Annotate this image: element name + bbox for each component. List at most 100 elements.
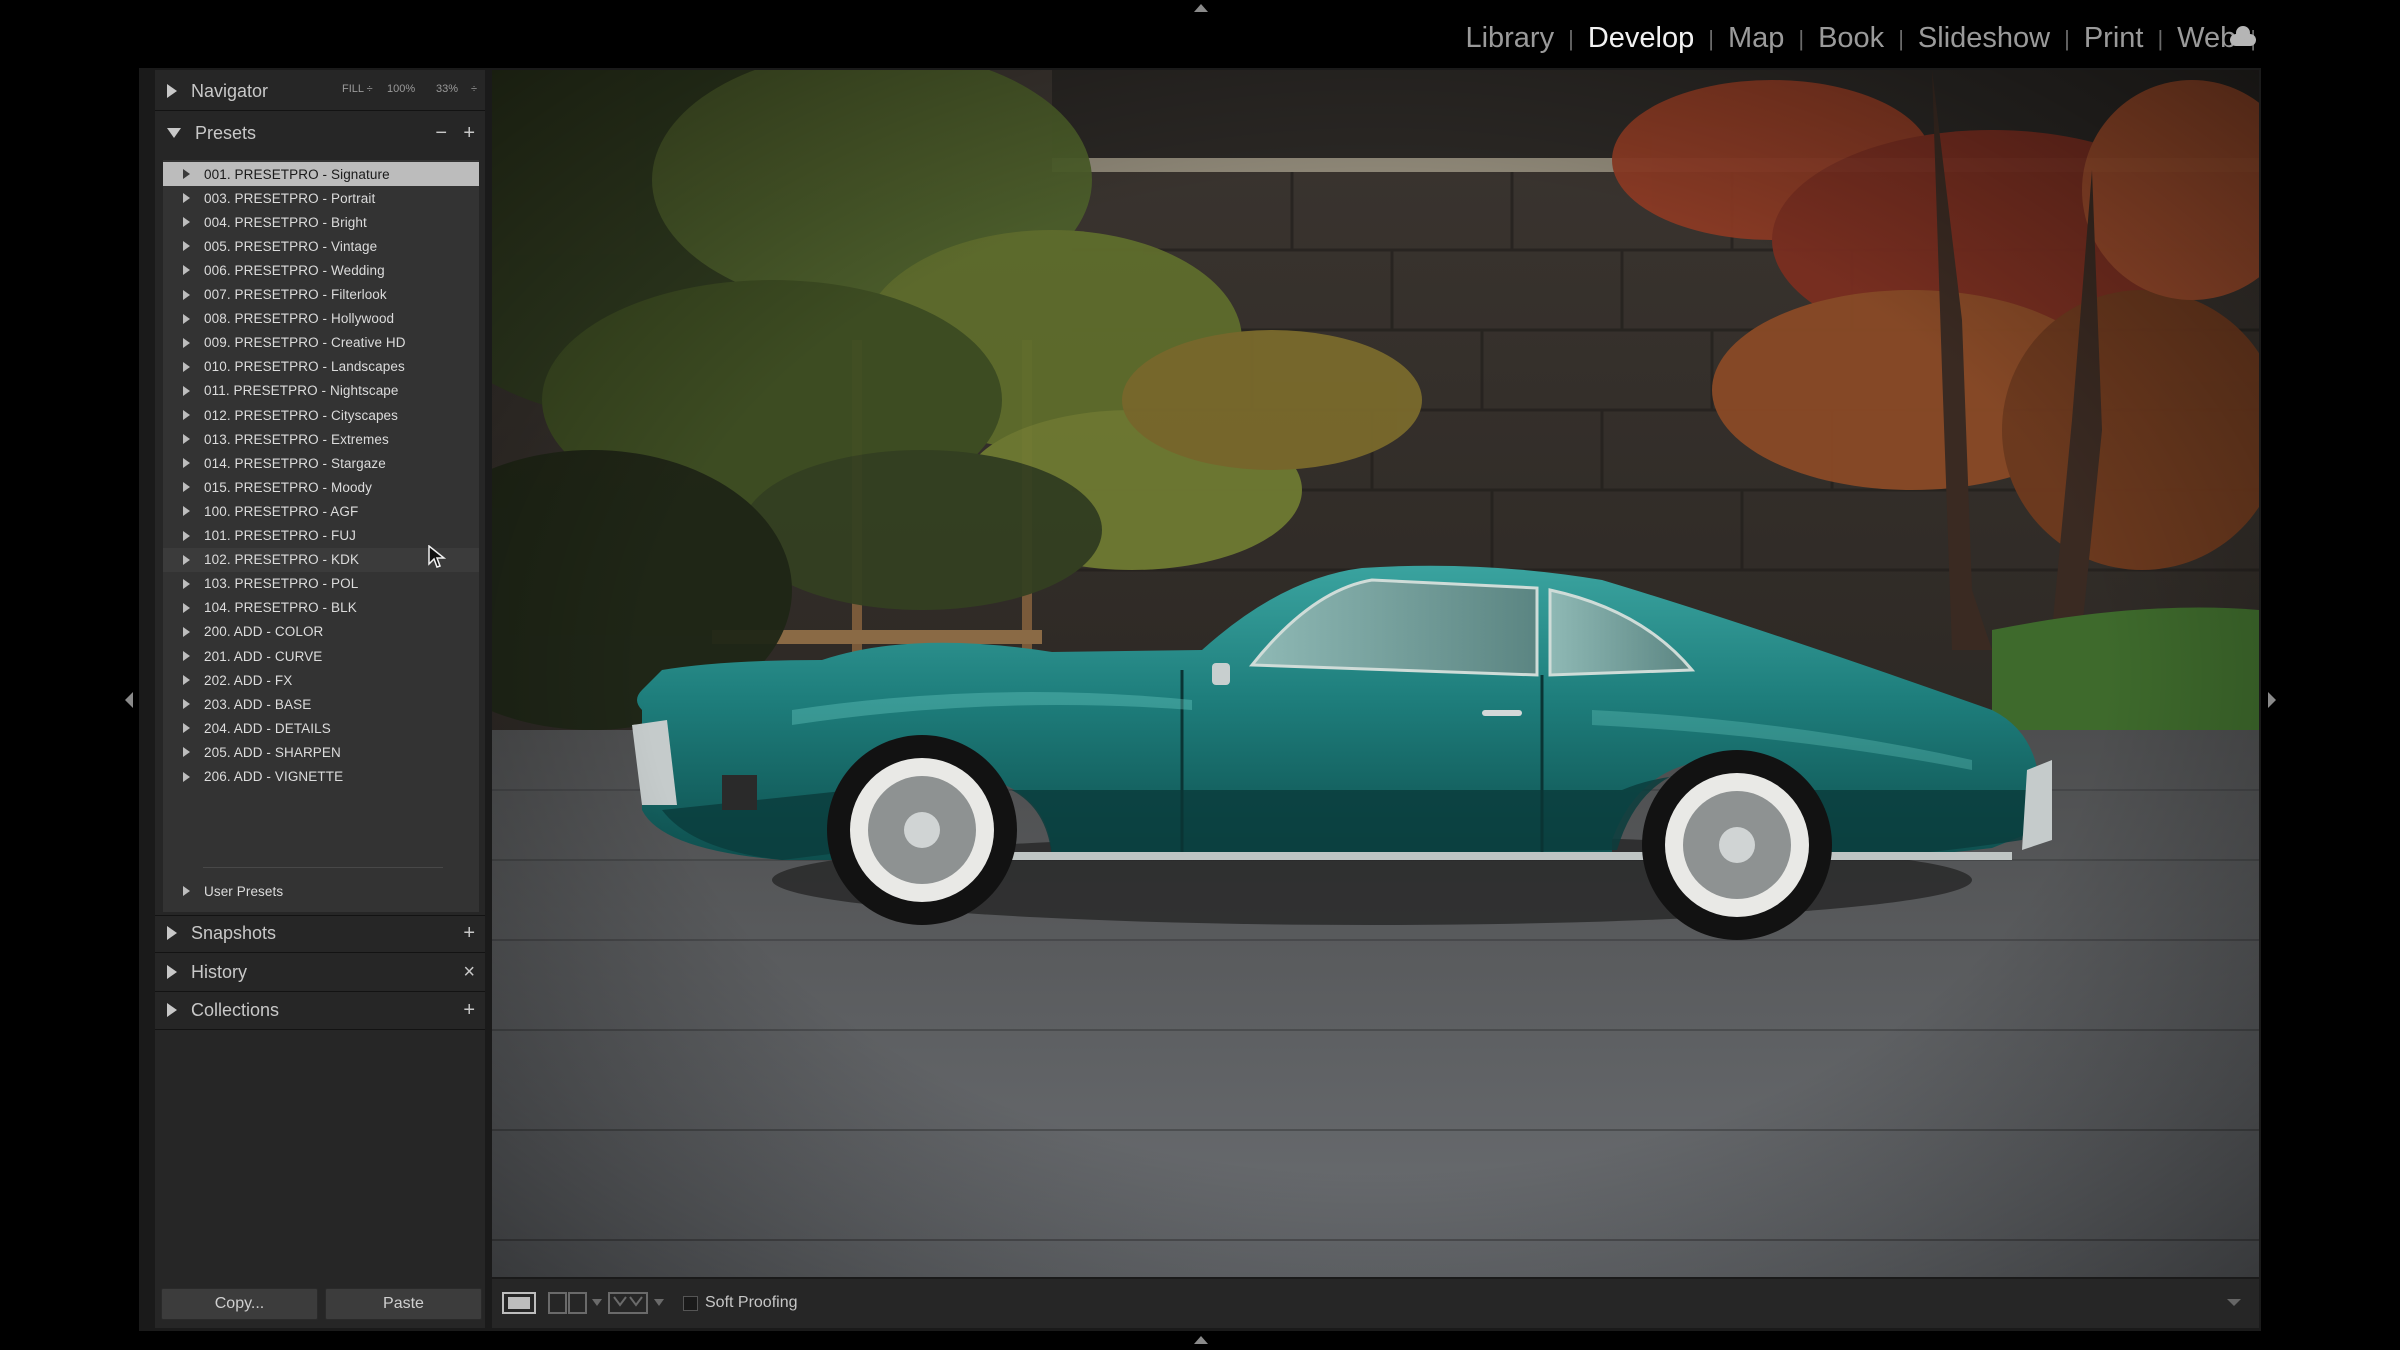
- triangle-right-icon: [183, 651, 190, 661]
- history-header[interactable]: History ×: [155, 953, 485, 991]
- preset-item[interactable]: 005. PRESETPRO - Vintage: [163, 234, 479, 258]
- triangle-right-icon: [183, 337, 190, 348]
- preset-label: 001. PRESETPRO - Signature: [204, 166, 390, 182]
- snapshots-title: Snapshots: [191, 922, 277, 943]
- loupe-view-icon[interactable]: [502, 1292, 536, 1314]
- presets-header[interactable]: Presets − +: [155, 114, 485, 152]
- module-develop[interactable]: Develop: [1576, 22, 1706, 55]
- toolbar-content-dropdown[interactable]: [2227, 1299, 2241, 1306]
- add-snapshot-button[interactable]: +: [463, 922, 475, 945]
- preset-item[interactable]: 103. PRESETPRO - POL: [163, 572, 479, 596]
- top-panel-toggle[interactable]: [1194, 4, 1208, 12]
- preset-item[interactable]: 011. PRESETPRO - Nightscape: [163, 379, 479, 403]
- cloud-icon[interactable]: [2230, 26, 2256, 46]
- clear-history-button[interactable]: ×: [463, 961, 475, 984]
- zoom-100[interactable]: 100%: [387, 83, 415, 95]
- preset-item[interactable]: 013. PRESETPRO - Extremes: [163, 427, 479, 451]
- zoom-more[interactable]: ÷: [471, 83, 477, 95]
- triangle-right-icon: [183, 506, 190, 517]
- triangle-right-icon: [183, 361, 190, 372]
- preset-item[interactable]: 006. PRESETPRO - Wedding: [163, 258, 479, 282]
- remove-preset-button[interactable]: −: [435, 122, 447, 145]
- filmstrip-toggle[interactable]: [1194, 1336, 1208, 1344]
- triangle-right-icon: [183, 554, 190, 565]
- preset-item[interactable]: 007. PRESETPRO - Filterlook: [163, 283, 479, 307]
- soft-proofing-checkbox[interactable]: [683, 1296, 698, 1311]
- triangle-right-icon: [167, 1003, 177, 1017]
- triangle-right-icon: [183, 771, 190, 782]
- module-library[interactable]: Library: [1453, 22, 1566, 55]
- user-presets-folder[interactable]: User Presets: [163, 879, 479, 903]
- add-collection-button[interactable]: +: [463, 999, 475, 1022]
- snapshots-header[interactable]: Snapshots +: [155, 914, 485, 952]
- preset-label: 004. PRESETPRO - Bright: [204, 214, 367, 230]
- preset-label: 013. PRESETPRO - Extremes: [204, 431, 389, 447]
- preset-label: 102. PRESETPRO - KDK: [204, 552, 360, 568]
- paste-button[interactable]: Paste: [325, 1288, 482, 1320]
- preset-label: 003. PRESETPRO - Portrait: [204, 190, 376, 206]
- preset-item[interactable]: 201. ADD - CURVE: [163, 644, 479, 668]
- module-print[interactable]: Print: [2072, 22, 2156, 55]
- copy-button[interactable]: Copy...: [161, 1288, 318, 1320]
- preset-label: 010. PRESETPRO - Landscapes: [204, 359, 405, 375]
- preset-item[interactable]: 003. PRESETPRO - Portrait: [163, 186, 479, 210]
- before-after-split-icon[interactable]: [608, 1292, 648, 1314]
- triangle-right-icon: [183, 530, 190, 541]
- preset-label: 011. PRESETPRO - Nightscape: [204, 383, 399, 399]
- before-after-icon[interactable]: [548, 1292, 588, 1314]
- triangle-right-icon: [183, 265, 190, 276]
- preset-item[interactable]: 205. ADD - SHARPEN: [163, 740, 479, 764]
- preset-label: 005. PRESETPRO - Vintage: [204, 238, 378, 254]
- preset-item[interactable]: 015. PRESETPRO - Moody: [163, 475, 479, 499]
- left-panel: Navigator FILL ÷ 100% 33% ÷ Presets − + …: [155, 70, 485, 1328]
- preset-item[interactable]: 009. PRESETPRO - Creative HD: [163, 331, 479, 355]
- module-separator: |: [1568, 25, 1574, 51]
- chevron-down-icon[interactable]: [592, 1299, 602, 1307]
- preset-item[interactable]: 206. ADD - VIGNETTE: [163, 765, 479, 789]
- preset-item[interactable]: 010. PRESETPRO - Landscapes: [163, 355, 479, 379]
- module-picker: Library | Develop | Map | Book | Slidesh…: [1453, 22, 2258, 55]
- soft-proofing-label: Soft Proofing: [705, 1294, 798, 1311]
- preset-item[interactable]: 004. PRESETPRO - Bright: [163, 210, 479, 234]
- preset-label: 006. PRESETPRO - Wedding: [204, 262, 385, 278]
- divider: [155, 110, 485, 111]
- collections-header[interactable]: Collections +: [155, 991, 485, 1029]
- module-slideshow[interactable]: Slideshow: [1906, 22, 2062, 55]
- preset-item[interactable]: 200. ADD - COLOR: [163, 620, 479, 644]
- preset-item[interactable]: 101. PRESETPRO - FUJ: [163, 524, 479, 548]
- zoom-fill[interactable]: FILL ÷: [342, 83, 373, 95]
- triangle-right-icon: [183, 385, 190, 396]
- module-book[interactable]: Book: [1806, 22, 1896, 55]
- preset-item[interactable]: 100. PRESETPRO - AGF: [163, 499, 479, 523]
- preset-item[interactable]: 014. PRESETPRO - Stargaze: [163, 451, 479, 475]
- preset-item[interactable]: 203. ADD - BASE: [163, 692, 479, 716]
- module-separator: |: [1798, 25, 1805, 51]
- photo-preview[interactable]: [492, 70, 2259, 1277]
- preset-item[interactable]: 202. ADD - FX: [163, 668, 479, 692]
- preset-label: 206. ADD - VIGNETTE: [204, 769, 344, 784]
- preset-item[interactable]: 008. PRESETPRO - Hollywood: [163, 307, 479, 331]
- module-map[interactable]: Map: [1716, 22, 1796, 55]
- triangle-right-icon: [183, 241, 190, 252]
- preset-item[interactable]: 104. PRESETPRO - BLK: [163, 596, 479, 620]
- triangle-right-icon: [183, 699, 190, 710]
- preset-label: 015. PRESETPRO - Moody: [204, 479, 373, 495]
- zoom-33[interactable]: 33%: [436, 83, 458, 95]
- preset-item[interactable]: 012. PRESETPRO - Cityscapes: [163, 403, 479, 427]
- add-preset-button[interactable]: +: [463, 122, 475, 145]
- preset-label: 007. PRESETPRO - Filterlook: [204, 287, 387, 302]
- navigator-header[interactable]: Navigator FILL ÷ 100% 33% ÷: [155, 72, 485, 110]
- preset-label: 012. PRESETPRO - Cityscapes: [204, 407, 399, 423]
- triangle-right-icon: [183, 482, 190, 493]
- preset-item[interactable]: 001. PRESETPRO - Signature: [163, 162, 479, 186]
- triangle-right-icon: [183, 289, 190, 300]
- left-panel-toggle[interactable]: [125, 692, 133, 708]
- history-title: History: [191, 961, 248, 982]
- triangle-right-icon: [183, 410, 190, 420]
- right-panel-toggle[interactable]: [2268, 692, 2276, 708]
- chevron-down-icon[interactable]: [654, 1299, 664, 1307]
- preset-label: 009. PRESETPRO - Creative HD: [204, 335, 406, 351]
- preset-label: 104. PRESETPRO - BLK: [204, 600, 357, 616]
- preset-item[interactable]: 204. ADD - DETAILS: [163, 716, 479, 740]
- preset-label: 202. ADD - FX: [204, 672, 293, 688]
